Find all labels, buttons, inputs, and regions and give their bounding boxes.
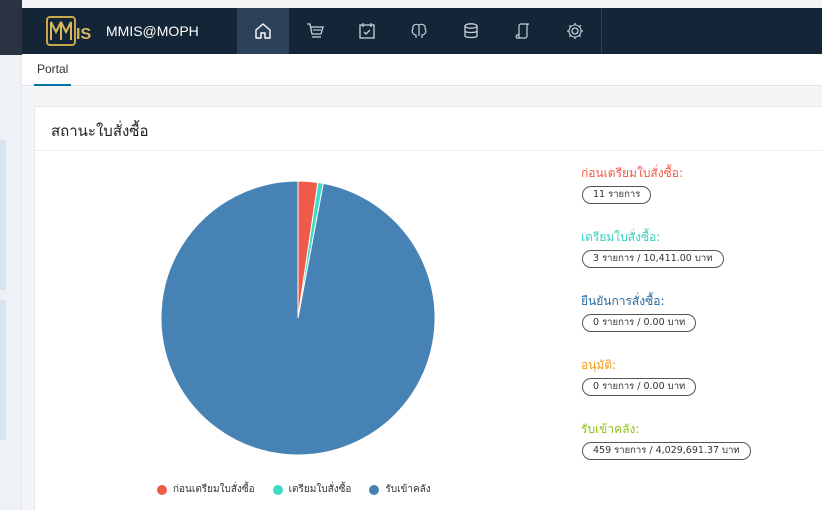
status-summary: ก่อนเตรียมใบสั่งซื้อ: 11 รายการ เตรียมใบ… [581,165,751,485]
nav-purchase-button[interactable] [289,8,341,54]
legend-item[interactable]: รับเข้าคลัง [369,482,431,497]
status-received: รับเข้าคลัง: 459 รายการ / 4,029,691.37 บ… [581,421,751,485]
legend-item[interactable]: เตรียมใบสั่งซื้อ [272,482,352,497]
status-label: ก่อนเตรียมใบสั่งซื้อ: [581,166,684,180]
status-value-badge: 0 รายการ / 0.00 บาท [582,378,697,396]
database-icon [464,23,478,39]
legend-label: ก่อนเตรียมใบสั่งซื้อ [173,484,255,495]
nav-database-button[interactable] [445,8,497,54]
top-navbar: IS MMIS@MOPH [22,8,822,54]
card-title: สถานะใบสั่งซื้อ [51,122,149,140]
nav-home-button[interactable] [237,8,289,54]
status-pre-prepare: ก่อนเตรียมใบสั่งซื้อ: 11 รายการ [581,165,751,229]
nav-reports-button[interactable] [497,8,549,54]
status-value-badge: 11 รายการ [582,186,652,204]
legend-dot [272,484,283,495]
main-nav-icons [237,8,602,54]
background-window-panel [0,300,6,440]
legend-dot [157,484,167,495]
legend-dot [369,484,380,495]
status-label: ยืนยันการสั่งซื้อ: [581,294,665,308]
background-window-strip [0,0,22,510]
status-value-badge: 0 รายการ / 0.00 บาท [582,314,697,332]
home-icon [255,23,271,39]
po-status-card: สถานะใบสั่งซื้อ ก่อนเตรียมใบสั่งซื้อ เตร… [34,106,822,510]
status-approve: อนุมัติ: 0 รายการ / 0.00 บาท [581,357,751,421]
nav-settings-button[interactable] [549,8,601,54]
nav-separator [601,8,602,54]
status-label: อนุมัติ: [581,358,617,372]
scroll-icon [515,23,530,39]
legend-label: เตรียมใบสั่งซื้อ [288,484,352,495]
app-window: IS MMIS@MOPH Portal สถานะใบสั่งซื้อ ก่อน… [22,0,822,510]
app-brand-name: MMIS@MOPH [106,23,199,39]
status-value-badge: 3 รายการ / 10,411.00 บาท [582,250,724,268]
sub-navbar: Portal [22,54,822,86]
nav-tasks-button[interactable] [341,8,393,54]
status-value-badge: 459 รายการ / 4,029,691.37 บาท [582,442,751,460]
background-window-panel [0,140,6,290]
tab-portal[interactable]: Portal [34,54,72,86]
status-label: เตรียมใบสั่งซื้อ: [581,230,661,244]
status-label: รับเข้าคลัง: [581,422,640,436]
gear-icon [567,23,583,39]
card-divider [35,150,822,151]
mmis-logo-icon: IS [46,16,91,46]
legend-label: รับเข้าคลัง [385,484,431,495]
status-confirm: ยืนยันการสั่งซื้อ: 0 รายการ / 0.00 บาท [581,293,751,357]
legend-item[interactable]: ก่อนเตรียมใบสั่งซื้อ [157,482,255,497]
svg-text:IS: IS [76,26,91,43]
calendar-check-icon [359,23,375,39]
chart-legend: ก่อนเตรียมใบสั่งซื้อ เตรียมใบสั่งซื้อ รั… [157,482,449,497]
brain-icon [411,23,427,38]
app-logo[interactable]: IS [44,8,94,54]
background-window-header [0,0,22,55]
cart-icon [307,23,324,38]
nav-analytics-button[interactable] [393,8,445,54]
pie-slice[interactable] [160,180,436,456]
po-status-pie-chart [160,180,436,456]
status-prepare: เตรียมใบสั่งซื้อ: 3 รายการ / 10,411.00 บ… [581,229,751,293]
